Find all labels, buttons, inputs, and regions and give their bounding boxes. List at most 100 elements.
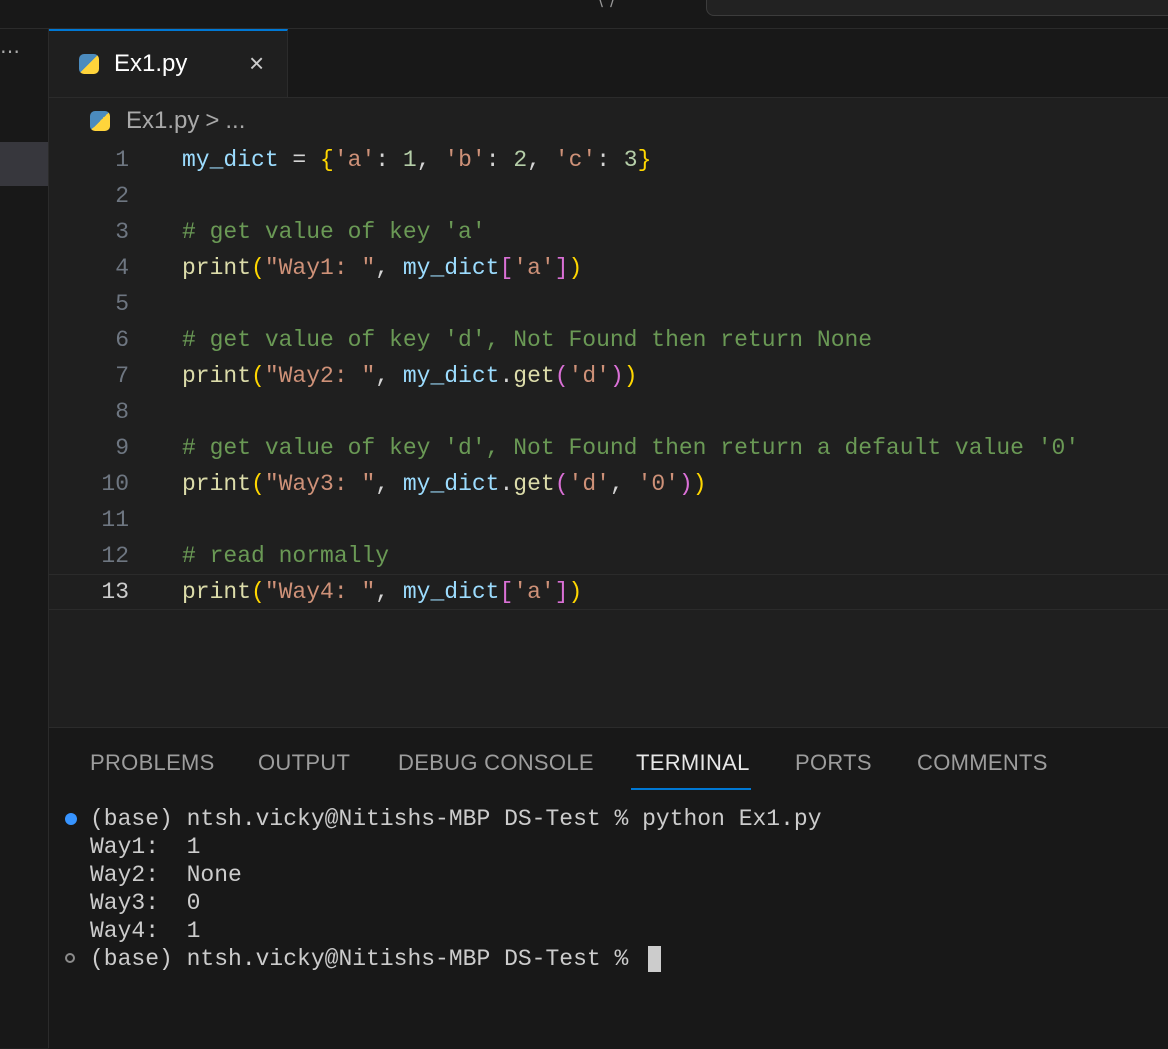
code-line[interactable]: 1 my_dict = {'a': 1, 'b': 2, 'c': 3} <box>49 142 1168 178</box>
code-token: # read normally <box>182 543 390 569</box>
line-number: 4 <box>115 255 129 281</box>
code-line[interactable]: 6 # get value of key 'd', Not Found then … <box>49 322 1168 358</box>
breadcrumb-symbols[interactable]: ... <box>225 107 245 135</box>
tab-comments[interactable]: COMMENTS <box>917 750 1048 776</box>
code-token: , <box>375 255 403 281</box>
code-token: [ <box>499 255 514 281</box>
terminal-cursor <box>648 945 662 972</box>
code-token: 'b' <box>444 147 486 173</box>
code-token: 'c' <box>554 147 597 173</box>
active-tab-indicator <box>631 788 751 790</box>
code-line[interactable]: 8 <box>49 394 1168 430</box>
code-text: # get value of key 'd', Not Found then r… <box>182 430 1079 466</box>
line-number: 2 <box>115 183 129 209</box>
code-token: my_dict <box>402 255 500 281</box>
code-token: ( <box>554 471 569 497</box>
code-token: ) <box>568 255 583 281</box>
command-success-dot-icon[interactable] <box>65 813 77 825</box>
code-token: print <box>182 579 252 605</box>
line-number: 5 <box>115 291 129 317</box>
code-token: 2 <box>513 147 528 173</box>
code-token: my_dict <box>402 471 500 497</box>
code-line[interactable]: 7 print("Way2: ", my_dict.get('d')) <box>49 358 1168 394</box>
line-number: 12 <box>101 543 129 569</box>
line-number: 10 <box>101 471 129 497</box>
line-number: 11 <box>101 507 129 533</box>
explorer-sidebar: ⋯ <box>0 29 49 1048</box>
code-token: 3 <box>623 147 638 173</box>
line-number: 3 <box>115 219 129 245</box>
code-token: , <box>375 579 403 605</box>
panel-tab-bar: PROBLEMS OUTPUT DEBUG CONSOLE TERMINAL P… <box>49 728 1168 792</box>
code-token: '0' <box>637 471 679 497</box>
tab-problems[interactable]: PROBLEMS <box>90 750 215 776</box>
code-token: } <box>637 147 652 173</box>
code-line[interactable]: 13 print("Way4: ", my_dict['a']) <box>49 574 1168 610</box>
terminal-prompt-line[interactable]: (base) ntsh.vicky@Nitishs-MBP DS-Test % <box>90 945 662 973</box>
line-number: 6 <box>115 327 129 353</box>
code-token: ( <box>251 471 265 497</box>
code-token: ( <box>251 579 265 605</box>
code-token: my_dict <box>402 579 500 605</box>
code-token: : <box>596 147 624 173</box>
code-token: ) <box>623 363 638 389</box>
code-token: 1 <box>402 147 417 173</box>
code-line[interactable]: 9 # get value of key 'd', Not Found then … <box>49 430 1168 466</box>
code-token: ) <box>568 579 583 605</box>
editor-tab-bar: Ex1.py × <box>49 29 1168 98</box>
terminal-line: Way2: None <box>90 862 242 888</box>
code-token: . <box>499 471 514 497</box>
more-actions-icon[interactable]: ⋯ <box>0 39 20 64</box>
code-token: # get value of key 'a' <box>182 219 486 245</box>
code-token: : <box>375 147 403 173</box>
code-token: , <box>375 471 403 497</box>
code-line[interactable]: 5 <box>49 286 1168 322</box>
code-token: . <box>499 363 514 389</box>
code-token: print <box>182 363 252 389</box>
terminal-prompt: (base) ntsh.vicky@Nitishs-MBP DS-Test % <box>90 946 643 972</box>
code-line[interactable]: 2 <box>49 178 1168 214</box>
code-text: # get value of key 'd', Not Found then r… <box>182 322 872 358</box>
code-token: "Way1: " <box>264 255 376 281</box>
code-token: get <box>513 471 555 497</box>
breadcrumb-file[interactable]: Ex1.py <box>126 107 199 135</box>
bottom-panel: PROBLEMS OUTPUT DEBUG CONSOLE TERMINAL P… <box>49 727 1168 1049</box>
code-token: # get value of key 'd', Not Found then r… <box>182 435 1080 461</box>
tab-ex1-py[interactable]: Ex1.py × <box>49 29 288 97</box>
tab-debug-console[interactable]: DEBUG CONSOLE <box>398 750 594 776</box>
code-text: print("Way1: ", my_dict['a']) <box>182 250 582 286</box>
terminal-line: Way3: 0 <box>90 890 201 916</box>
breadcrumb: Ex1.py > ... <box>90 106 245 136</box>
tab-terminal[interactable]: TERMINAL <box>636 750 750 776</box>
navigation-arrows-icon[interactable]: ⟨ ⟩ <box>598 0 615 10</box>
tab-ports[interactable]: PORTS <box>795 750 872 776</box>
code-line[interactable]: 4 print("Way1: ", my_dict['a']) <box>49 250 1168 286</box>
terminal-line: Way4: 1 <box>90 918 201 944</box>
close-icon[interactable]: × <box>249 48 264 79</box>
code-token: ( <box>251 255 265 281</box>
code-token: ) <box>692 471 707 497</box>
code-token: my_dict <box>402 363 500 389</box>
line-number: 1 <box>115 147 129 173</box>
code-token: "Way3: " <box>264 471 376 497</box>
line-number: 8 <box>115 399 129 425</box>
code-token: ] <box>554 579 569 605</box>
sidebar-selected-item[interactable] <box>0 142 48 186</box>
code-token: { <box>320 147 334 173</box>
code-line[interactable]: 3 # get value of key 'a' <box>49 214 1168 250</box>
code-line[interactable]: 11 <box>49 502 1168 538</box>
breadcrumb-separator: > <box>205 107 220 134</box>
code-text: print("Way3: ", my_dict.get('d', '0')) <box>182 466 707 502</box>
code-line[interactable]: 10 print("Way3: ", my_dict.get('d', '0')) <box>49 466 1168 502</box>
python-file-icon <box>90 111 110 131</box>
code-token: get <box>513 363 555 389</box>
code-text: print("Way4: ", my_dict['a']) <box>182 575 582 609</box>
code-text: my_dict = {'a': 1, 'b': 2, 'c': 3} <box>182 142 651 178</box>
tab-output[interactable]: OUTPUT <box>258 750 350 776</box>
code-token: my_dict <box>182 147 279 173</box>
code-token: 'd' <box>568 363 610 389</box>
code-line[interactable]: 12 # read normally <box>49 538 1168 574</box>
command-center-search[interactable] <box>706 0 1168 16</box>
code-token: 'a' <box>513 579 555 605</box>
code-editor[interactable]: 1 my_dict = {'a': 1, 'b': 2, 'c': 3} 2 3 # g… <box>49 140 1168 726</box>
